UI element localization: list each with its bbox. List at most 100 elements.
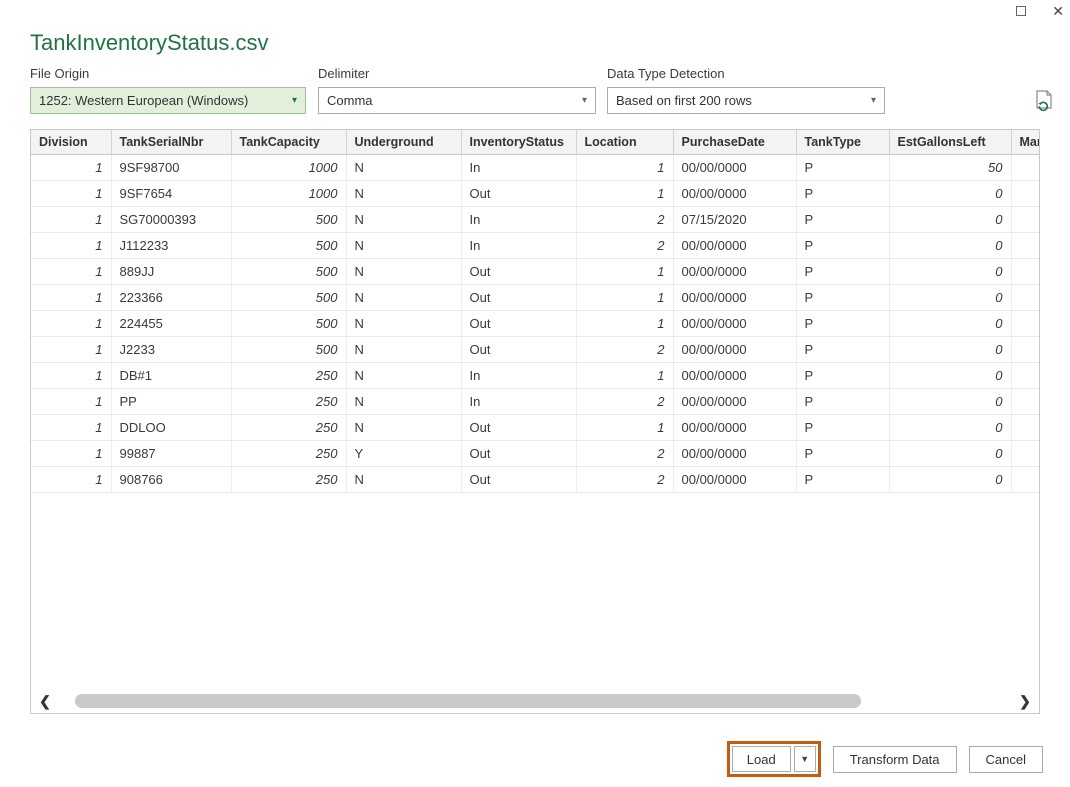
close-icon[interactable]: ✕ [1052,4,1064,18]
scroll-right-icon[interactable]: ❯ [1014,692,1036,710]
table-cell: 1 [31,388,112,415]
table-cell: N [346,336,462,363]
table-cell: P [796,414,890,441]
data-type-detection-select[interactable]: Based on first 200 rows ▾ [607,87,885,114]
table-cell: 00/00/0000 [673,310,797,337]
table-cell: N [346,466,462,493]
refresh-preview-icon[interactable] [1034,90,1054,112]
table-cell: 00/00/0000 [673,284,797,311]
table-row: 1 DDLOO 250 N Out 1 00/00/0000 P 0 [31,414,1039,441]
scroll-left-icon[interactable]: ❮ [34,692,56,710]
table-cell: Y [346,440,462,467]
file-origin-control: File Origin 1252: Western European (Wind… [30,66,306,114]
header-row: Division TankSerialNbr TankCapacity Undergr… [31,130,1039,155]
data-type-detection-label: Data Type Detection [607,66,725,81]
table-cell: 00/00/0000 [673,388,797,415]
table-cell: N [346,258,462,285]
table-cell [1011,466,1039,493]
table-cell: Out [461,336,577,363]
file-origin-label: File Origin [30,66,90,81]
scrollbar-thumb[interactable] [75,694,861,708]
maximize-icon[interactable] [1016,6,1027,16]
table-cell: 2 [576,232,674,259]
table-cell: J112233 [111,232,232,259]
load-button[interactable]: Load [731,746,791,772]
table-cell [1011,154,1039,181]
table-row: 1 J112233 500 N In 2 00/00/0000 P 0 [31,232,1039,259]
table-row: 1 224455 500 N Out 1 00/00/0000 P 0 [31,310,1039,337]
table-cell [1011,258,1039,285]
table-cell: 250 [231,362,347,389]
table-cell: Out [461,258,577,285]
data-type-detection-control: Data Type Detection Based on first 200 r… [607,66,885,114]
table-cell: N [346,284,462,311]
table-cell: 1 [576,154,674,181]
table-cell: 250 [231,414,347,441]
table-cell: 500 [231,206,347,233]
table-cell: 00/00/0000 [673,362,797,389]
table-cell: 0 [889,206,1012,233]
table-cell: SG70000393 [111,206,232,233]
table-cell [1011,388,1039,415]
table-cell: 00/00/0000 [673,466,797,493]
table-cell: 1 [31,414,112,441]
delimiter-select[interactable]: Comma ▾ [318,87,596,114]
chevron-down-icon: ▾ [291,95,297,106]
table-cell: 00/00/0000 [673,180,797,207]
table-cell: In [461,154,577,181]
horizontal-scrollbar: ❮ ❯ [34,692,1036,710]
table-cell: 500 [231,232,347,259]
table-cell: 250 [231,388,347,415]
table-row: 1 889JJ 500 N Out 1 00/00/0000 P 0 [31,258,1039,285]
table-cell [1011,180,1039,207]
transform-data-button[interactable]: Transform Data [832,745,957,773]
window-controls: ✕ [1016,0,1064,22]
column-header: TankSerialNbr [111,130,232,155]
table-cell: P [796,232,890,259]
table-cell [1011,310,1039,337]
table-row: 1 J2233 500 N Out 2 00/00/0000 P 0 [31,336,1039,363]
footer-buttons: Load ▼ Transform Data Cancel [726,741,1043,777]
table-cell: N [346,206,462,233]
table-cell: In [461,232,577,259]
delimiter-label: Delimiter [318,66,370,81]
table-cell: 1 [31,154,112,181]
table-cell: 0 [889,362,1012,389]
table-cell: 50 [889,154,1012,181]
file-origin-select[interactable]: 1252: Western European (Windows) ▾ [30,87,306,114]
table-row: 1 9SF98700 1000 N In 1 00/00/0000 P 50 [31,154,1039,181]
table-cell: N [346,154,462,181]
table-cell: P [796,154,890,181]
scrollbar-track[interactable] [56,694,1014,708]
table-row: 1 908766 250 N Out 2 00/00/0000 P 0 [31,466,1039,493]
table-cell: 500 [231,336,347,363]
table-row: 1 PP 250 N In 2 00/00/0000 P 0 [31,388,1039,415]
table-cell: 1 [31,284,112,311]
table-cell: 99887 [111,440,232,467]
preview-table-container: Division TankSerialNbr TankCapacity Undergr… [30,129,1040,714]
table-cell: 0 [889,310,1012,337]
table-cell [1011,362,1039,389]
table-cell: Out [461,180,577,207]
column-header: InventoryStatus [461,130,577,155]
table-cell: 2 [576,206,674,233]
table-cell: P [796,284,890,311]
cancel-button[interactable]: Cancel [968,745,1043,773]
table-cell: 1 [576,180,674,207]
table-cell: 908766 [111,466,232,493]
load-dropdown-button[interactable]: ▼ [793,746,816,772]
table-cell [1011,414,1039,441]
table-row: 1 99887 250 Y Out 2 00/00/0000 P 0 [31,440,1039,467]
table-cell: 0 [889,466,1012,493]
table-cell: N [346,180,462,207]
delimiter-control: Delimiter Comma ▾ [318,66,596,114]
table-cell: 2 [576,440,674,467]
table-cell: 0 [889,388,1012,415]
table-cell: 00/00/0000 [673,336,797,363]
table-cell: 1 [576,284,674,311]
table-cell: 0 [889,414,1012,441]
table-cell: P [796,388,890,415]
table-cell: P [796,466,890,493]
table-cell: Out [461,414,577,441]
table-cell: 1 [576,414,674,441]
